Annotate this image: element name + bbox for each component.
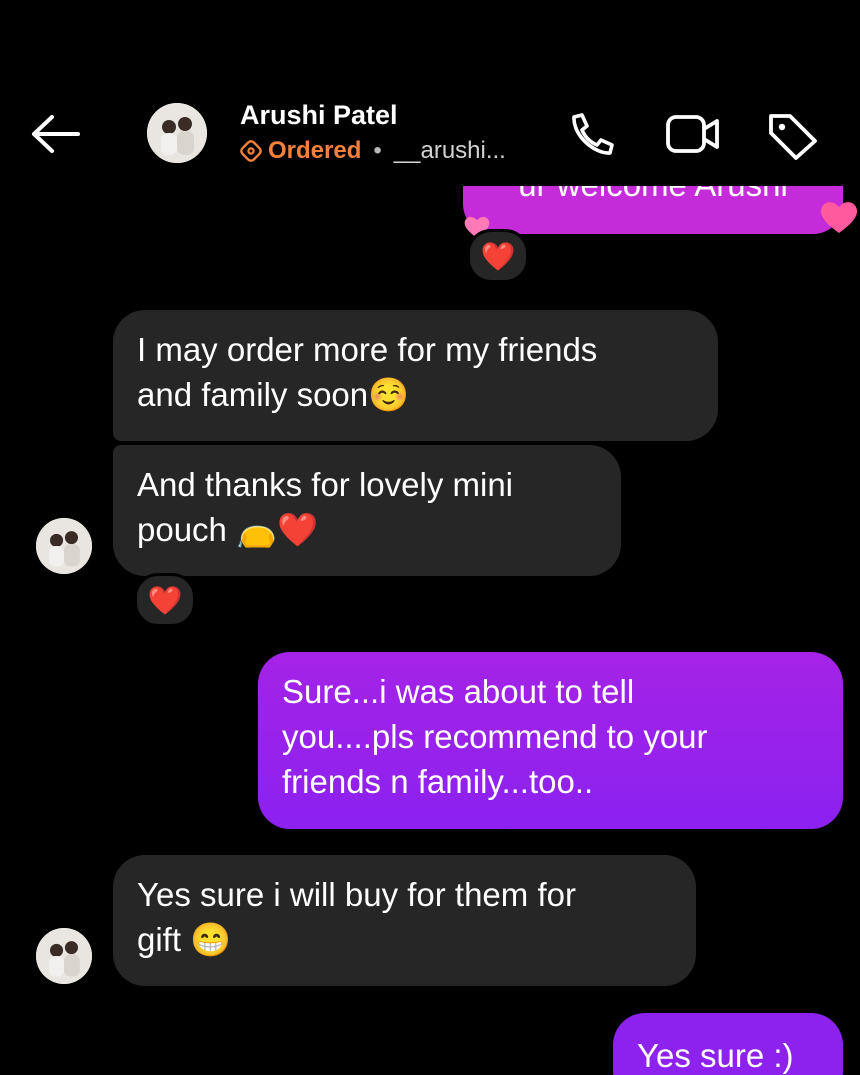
message-bubble-outgoing[interactable]: Yes sure :) — [613, 1013, 843, 1075]
message-text-line: pouch 👝❤️ — [137, 511, 319, 548]
sender-avatar[interactable] — [36, 928, 92, 984]
message-bubble-incoming[interactable]: And thanks for lovely mini pouch 👝❤️ — [113, 445, 621, 576]
reaction-badge[interactable]: ❤️ — [134, 573, 196, 627]
contact-handle: __arushi... — [393, 137, 506, 164]
label-button[interactable] — [765, 110, 817, 160]
phone-icon — [572, 113, 614, 155]
message-text-line: Sure...i was about to tell — [282, 673, 635, 710]
call-button[interactable] — [565, 110, 617, 158]
message-text-line: I may order more for my friends — [137, 331, 598, 368]
message-text-line: gift 😁 — [137, 921, 232, 958]
message-text-line: Yes sure i will buy for them for — [137, 876, 576, 913]
heart-icon: ❤️ — [480, 239, 516, 273]
ordered-icon — [240, 140, 262, 162]
tag-icon — [769, 114, 817, 160]
message-text-line: friends n family...too.. — [282, 763, 594, 800]
heart-icon — [820, 202, 858, 233]
back-arrow-icon — [32, 115, 80, 153]
ordered-label: Ordered — [268, 137, 362, 164]
message-text: ur welcome Arushi — [518, 186, 788, 203]
message-text-line: And thanks for lovely mini — [137, 466, 514, 503]
contact-subtitle: Ordered • __arushi... — [240, 137, 506, 165]
ordered-status: Ordered — [240, 137, 361, 165]
avatar-photo — [147, 103, 207, 163]
video-icon — [666, 115, 719, 153]
reaction-badge[interactable]: ❤️ — [467, 229, 529, 283]
avatar-photo — [36, 928, 92, 984]
message-bubble-outgoing[interactable]: ur welcome Arushi — [463, 186, 843, 234]
message-text: Yes sure :) — [637, 1037, 794, 1074]
clip-region: Yes sure :) — [0, 1000, 860, 1075]
contact-name[interactable]: Arushi Patel — [240, 100, 398, 131]
clip-region: ur welcome Arushi — [0, 186, 860, 246]
message-text-line: and family soon☺️ — [137, 376, 410, 413]
message-bubble-outgoing[interactable]: Sure...i was about to tell you....pls re… — [258, 652, 843, 829]
message-bubble-incoming[interactable]: I may order more for my friends and fami… — [113, 310, 718, 441]
back-button[interactable] — [28, 112, 84, 156]
sender-avatar[interactable] — [36, 518, 92, 574]
contact-avatar[interactable] — [147, 103, 207, 163]
separator-dot: • — [373, 137, 382, 164]
message-bubble-incoming[interactable]: Yes sure i will buy for them for gift 😁 — [113, 855, 696, 986]
heart-icon: ❤️ — [147, 583, 183, 617]
avatar-photo — [36, 518, 92, 574]
message-text-line: you....pls recommend to your — [282, 718, 708, 755]
video-call-button[interactable] — [665, 110, 719, 158]
